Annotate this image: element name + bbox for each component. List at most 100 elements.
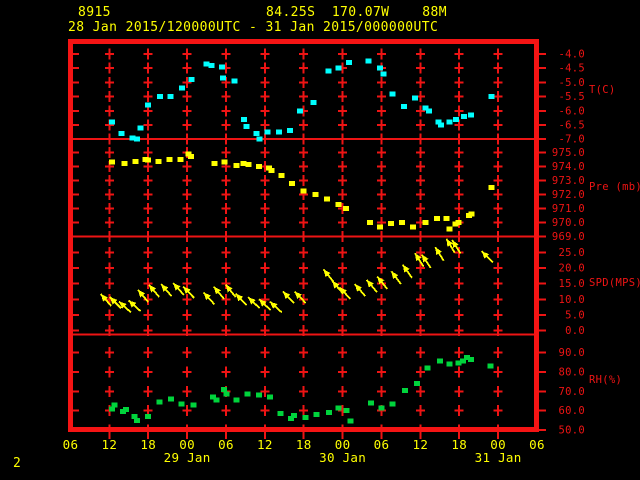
wind-arrow-head [402, 264, 410, 273]
rh-point [487, 363, 494, 369]
y-tick-label: 10.0 [559, 294, 586, 306]
rh-point [111, 402, 118, 408]
temp-point [380, 71, 387, 77]
y-tick-label: -5.5 [559, 91, 586, 103]
rh-point [302, 414, 309, 420]
temp-point [243, 123, 250, 129]
pressure-point [422, 220, 429, 226]
y-tick-label: 50.0 [559, 425, 586, 437]
x-tick-label: 18 [140, 437, 156, 452]
pressure-point [211, 161, 218, 167]
pressure-point [132, 159, 139, 165]
panel-axis-title: Pre (mb) [589, 181, 640, 193]
rh-point [401, 387, 408, 393]
pressure-point [455, 220, 462, 226]
rh-point [267, 394, 274, 400]
rh-point [167, 396, 174, 402]
temp-point [325, 68, 332, 74]
x-tick-label: 12 [257, 437, 273, 452]
y-tick-label: 969.0 [552, 231, 585, 243]
y-tick-label: -6.0 [559, 105, 586, 117]
pressure-point [278, 173, 285, 179]
y-tick-label: 90.0 [559, 347, 586, 359]
pressure-point [335, 201, 342, 207]
pressure-point [233, 163, 240, 169]
pressure-point [312, 192, 319, 198]
temp-point [219, 75, 226, 81]
rh-point [244, 391, 251, 397]
rh-point [335, 405, 342, 411]
temp-point [460, 113, 467, 119]
pressure-point [377, 224, 384, 230]
pressure-point [324, 196, 331, 202]
temp-point [335, 65, 342, 71]
pressure-point [268, 168, 275, 174]
x-tick-label: 06 [218, 437, 234, 452]
rh-point [326, 410, 333, 416]
temp-point [310, 99, 317, 105]
rh-point [134, 417, 141, 423]
rh-point [436, 358, 443, 364]
temp-point [253, 131, 260, 137]
y-tick-label: 975.0 [552, 147, 585, 159]
temp-point [137, 125, 144, 131]
date-label: 30 Jan [319, 450, 366, 465]
y-tick-label: -6.5 [559, 120, 586, 132]
temp-point [108, 119, 115, 125]
page-number: 2 [13, 456, 21, 471]
y-tick-label: -7.0 [559, 134, 586, 146]
y-tick-label: 15.0 [559, 278, 586, 290]
temp-point [488, 94, 495, 100]
pressure-point [300, 188, 307, 194]
rh-point [233, 397, 240, 403]
pressure-point [188, 154, 195, 160]
y-tick-label: 974.0 [552, 161, 585, 173]
temp-point [118, 131, 125, 137]
panel-axis-title: RH(%) [589, 374, 622, 386]
pressure-point [155, 159, 162, 165]
temp-point [377, 65, 384, 71]
y-tick-label: 972.0 [552, 189, 585, 201]
pressure-point [177, 156, 184, 162]
date-label: 31 Jan [475, 450, 522, 465]
temp-point [446, 119, 453, 125]
temp-point [412, 95, 419, 101]
x-tick-label: 06 [63, 437, 79, 452]
rh-point [424, 365, 431, 371]
pressure-point [342, 206, 349, 212]
temp-point [203, 61, 210, 67]
temp-point [346, 60, 353, 66]
date-label: 29 Jan [164, 450, 211, 465]
temp-point [438, 122, 445, 128]
rh-point [347, 418, 354, 424]
rh-point [178, 401, 185, 407]
pressure-point [245, 161, 252, 167]
pressure-point [145, 157, 152, 163]
temp-point [467, 112, 474, 118]
temp-point [134, 136, 141, 142]
temp-point [188, 77, 195, 83]
x-tick-label: 12 [102, 437, 118, 452]
temp-point [241, 116, 248, 122]
rh-point [277, 411, 284, 417]
temp-point [219, 64, 226, 70]
pressure-point [446, 226, 453, 232]
rh-point [213, 397, 220, 403]
rh-point [190, 402, 197, 408]
temp-point [178, 85, 185, 91]
x-tick-label: 06 [529, 437, 545, 452]
temp-point [276, 129, 283, 135]
temp-point [264, 129, 271, 135]
rh-point [446, 361, 453, 367]
pressure-point [468, 211, 475, 217]
temp-point [256, 136, 263, 142]
rh-point [368, 400, 375, 406]
pressure-point [410, 224, 417, 230]
temp-point [401, 104, 408, 110]
temp-point [208, 62, 215, 68]
pressure-point [399, 220, 406, 226]
y-tick-label: 60.0 [559, 405, 586, 417]
y-tick-label: 0.0 [565, 325, 585, 337]
rh-point [389, 401, 396, 407]
temp-point [156, 94, 163, 100]
